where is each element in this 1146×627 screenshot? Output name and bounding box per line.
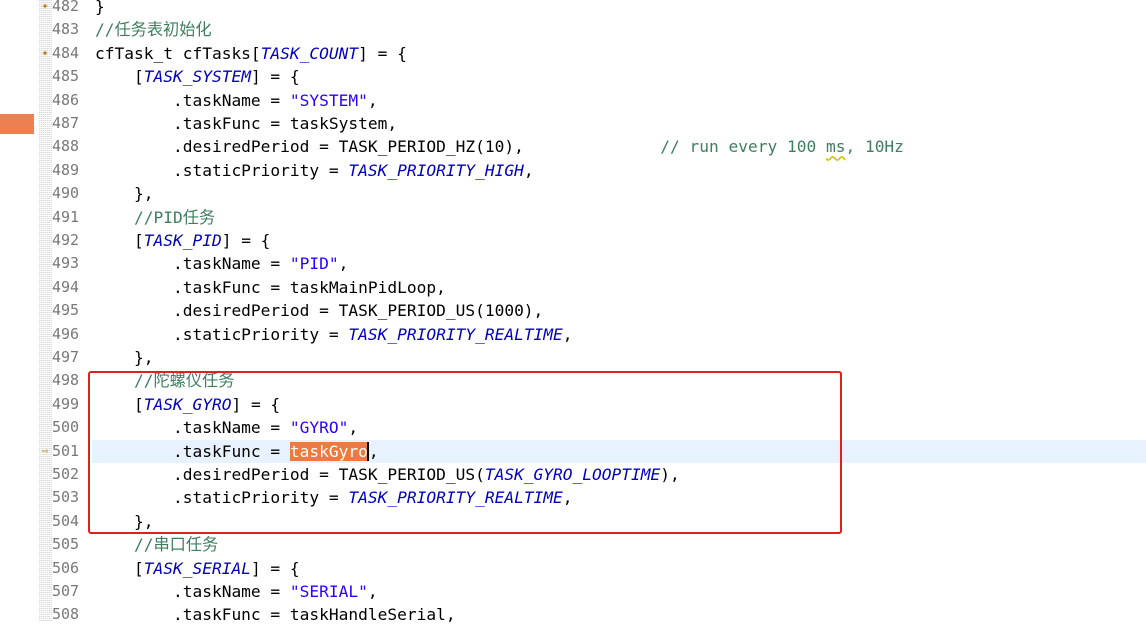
line-number: 506 bbox=[52, 558, 80, 577]
code-text[interactable]: [TASK_PID] = { bbox=[95, 229, 270, 252]
code-text[interactable]: .staticPriority = TASK_PRIORITY_REALTIME… bbox=[95, 323, 573, 346]
line-number: 489 bbox=[52, 160, 80, 179]
code-text[interactable]: }, bbox=[95, 346, 154, 369]
code-line[interactable]: 491 //PID任务 bbox=[0, 206, 1146, 229]
line-number: 485 bbox=[52, 67, 80, 86]
code-line[interactable]: 508 .taskFunc = taskHandleSerial, bbox=[0, 603, 1146, 626]
code-line[interactable]: 486 .taskName = "SYSTEM", bbox=[0, 89, 1146, 112]
code-text[interactable]: .desiredPeriod = TASK_PERIOD_HZ(10), // … bbox=[95, 135, 904, 158]
bookmark-icon[interactable]: ✦ bbox=[39, 0, 51, 12]
line-number: 495 bbox=[52, 301, 80, 320]
line-number: 501 bbox=[52, 441, 80, 460]
code-text[interactable]: //PID任务 bbox=[95, 206, 215, 229]
code-line[interactable]: ✦ 484 cfTask_t cfTasks[TASK_COUNT] = { bbox=[0, 42, 1146, 65]
line-number: 484 bbox=[52, 43, 80, 62]
code-text[interactable]: [TASK_SYSTEM] = { bbox=[95, 65, 300, 88]
line-number: 491 bbox=[52, 207, 80, 226]
line-number: 499 bbox=[52, 394, 80, 413]
line-number: 496 bbox=[52, 324, 80, 343]
line-number: 493 bbox=[52, 254, 80, 273]
code-text[interactable]: //串口任务 bbox=[95, 533, 218, 556]
line-number: 490 bbox=[52, 184, 80, 203]
line-number: 487 bbox=[52, 114, 80, 132]
bookmark-icon[interactable]: ✦ bbox=[39, 46, 51, 59]
line-number: 494 bbox=[52, 277, 80, 296]
code-line[interactable]: 490 }, bbox=[0, 182, 1146, 205]
line-number: 504 bbox=[52, 511, 80, 530]
line-number: 503 bbox=[52, 488, 80, 507]
code-text[interactable]: [TASK_SERIAL] = { bbox=[95, 557, 300, 580]
line-number: 497 bbox=[52, 348, 80, 366]
code-text[interactable]: .taskFunc = taskHandleSerial, bbox=[95, 603, 456, 626]
code-text[interactable]: .taskFunc = taskMainPidLoop, bbox=[95, 276, 446, 299]
code-line[interactable]: 495 .desiredPeriod = TASK_PERIOD_US(1000… bbox=[0, 299, 1146, 322]
line-number: 488 bbox=[52, 137, 80, 156]
code-line[interactable]: 506 [TASK_SERIAL] = { bbox=[0, 557, 1146, 580]
annotation-box bbox=[88, 371, 842, 534]
line-number: 505 bbox=[52, 535, 80, 554]
line-number: 483 bbox=[52, 20, 80, 39]
code-text[interactable]: }, bbox=[95, 182, 154, 205]
code-line[interactable]: 505 //串口任务 bbox=[0, 533, 1146, 556]
line-number: 507 bbox=[52, 582, 80, 600]
code-line[interactable]: 485 [TASK_SYSTEM] = { bbox=[0, 65, 1146, 88]
line-number: 502 bbox=[52, 465, 80, 483]
line-number: 508 bbox=[52, 605, 80, 624]
code-text[interactable]: cfTask_t cfTasks[TASK_COUNT] = { bbox=[95, 42, 407, 65]
code-text[interactable]: .taskName = "SYSTEM", bbox=[95, 89, 378, 112]
code-line[interactable]: 496 .staticPriority = TASK_PRIORITY_REAL… bbox=[0, 323, 1146, 346]
code-line[interactable]: 493 .taskName = "PID", bbox=[0, 252, 1146, 275]
line-number: 500 bbox=[52, 418, 80, 437]
code-line[interactable]: 497 }, bbox=[0, 346, 1146, 369]
line-number: 482 bbox=[52, 0, 80, 15]
code-line[interactable]: ✦ 482} bbox=[0, 0, 1146, 18]
code-text[interactable]: .taskName = "SERIAL", bbox=[95, 580, 378, 603]
code-text[interactable]: //任务表初始化 bbox=[95, 18, 212, 41]
code-line[interactable]: 492 [TASK_PID] = { bbox=[0, 229, 1146, 252]
code-text[interactable]: } bbox=[95, 0, 105, 18]
code-line[interactable]: 487 .taskFunc = taskSystem, bbox=[0, 112, 1146, 135]
code-line[interactable]: 489 .staticPriority = TASK_PRIORITY_HIGH… bbox=[0, 159, 1146, 182]
line-number: 486 bbox=[52, 90, 80, 109]
code-line[interactable]: 488 .desiredPeriod = TASK_PERIOD_HZ(10),… bbox=[0, 135, 1146, 158]
current-line-arrow-icon[interactable]: ⇨ bbox=[39, 444, 51, 457]
line-number: 498 bbox=[52, 371, 80, 390]
code-text[interactable]: .staticPriority = TASK_PRIORITY_HIGH, bbox=[95, 159, 534, 182]
line-number: 492 bbox=[52, 231, 80, 249]
code-text[interactable]: .desiredPeriod = TASK_PERIOD_US(1000), bbox=[95, 299, 543, 322]
code-line[interactable]: 483 //任务表初始化 bbox=[0, 18, 1146, 41]
code-line[interactable]: 507 .taskName = "SERIAL", bbox=[0, 580, 1146, 603]
code-text[interactable]: .taskName = "PID", bbox=[95, 252, 348, 275]
code-text[interactable]: .taskFunc = taskSystem, bbox=[95, 112, 397, 135]
code-line[interactable]: 494 .taskFunc = taskMainPidLoop, bbox=[0, 276, 1146, 299]
